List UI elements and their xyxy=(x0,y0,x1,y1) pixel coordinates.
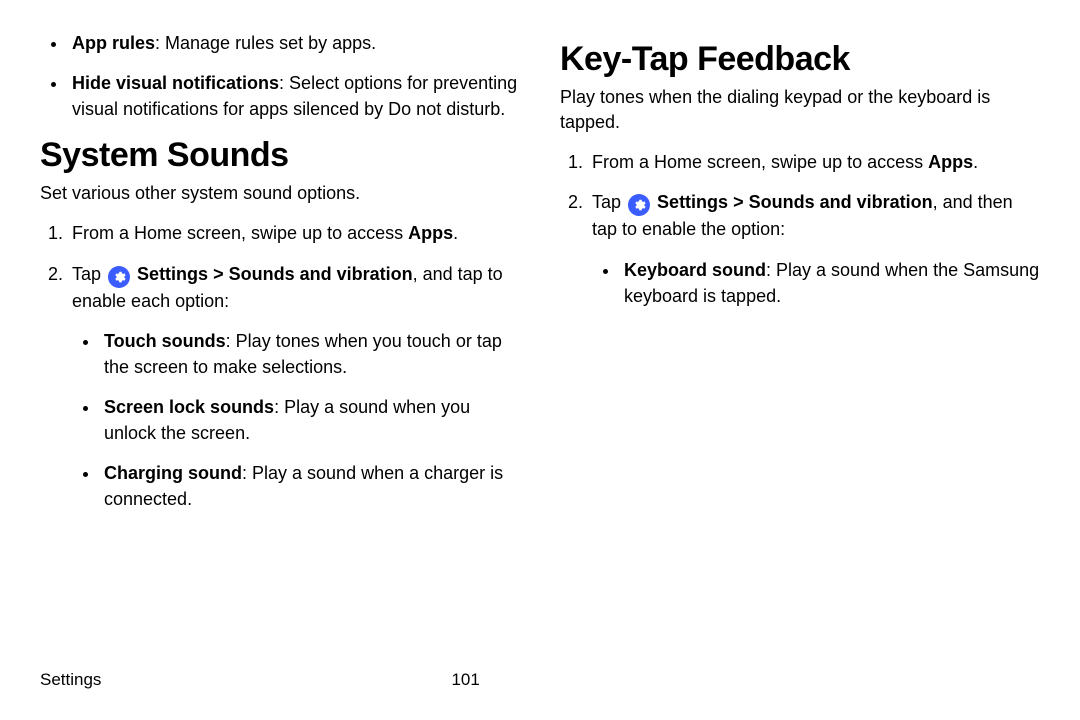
sub-bullet-list: Keyboard sound: Play a sound when the Sa… xyxy=(592,257,1040,309)
top-bullet-list: App rules: Manage rules set by apps. Hid… xyxy=(40,30,520,122)
bullet-label: App rules xyxy=(72,33,155,53)
step-bold: Apps xyxy=(928,152,973,172)
step-text: From a Home screen, swipe up to access xyxy=(592,152,928,172)
bullet-label: Keyboard sound xyxy=(624,260,766,280)
section-intro: Play tones when the dialing keypad or th… xyxy=(560,85,1040,135)
step-bold: Settings xyxy=(137,264,208,284)
list-item: Touch sounds: Play tones when you touch … xyxy=(100,328,520,380)
section-intro: Set various other system sound options. xyxy=(40,181,520,206)
list-item: Hide visual notifications: Select option… xyxy=(68,70,520,122)
list-item: Screen lock sounds: Play a sound when yo… xyxy=(100,394,520,446)
step-bold: > xyxy=(728,192,749,212)
step-bold: Sounds and vibration xyxy=(229,264,413,284)
step-bold: > xyxy=(208,264,229,284)
settings-gear-icon xyxy=(108,266,130,288)
right-column: Key-Tap Feedback Play tones when the dia… xyxy=(560,30,1040,526)
steps-list: From a Home screen, swipe up to access A… xyxy=(560,149,1040,308)
bullet-label: Touch sounds xyxy=(104,331,226,351)
footer-section: Settings xyxy=(40,670,101,690)
list-item: App rules: Manage rules set by apps. xyxy=(68,30,520,56)
step-text: Tap xyxy=(72,264,106,284)
list-item: From a Home screen, swipe up to access A… xyxy=(68,220,520,246)
steps-list: From a Home screen, swipe up to access A… xyxy=(40,220,520,512)
step-text: Tap xyxy=(592,192,626,212)
list-item: From a Home screen, swipe up to access A… xyxy=(588,149,1040,175)
bullet-label: Hide visual notifications xyxy=(72,73,279,93)
step-bold: Settings xyxy=(657,192,728,212)
section-heading: Key-Tap Feedback xyxy=(560,40,1040,79)
section-heading: System Sounds xyxy=(40,136,520,175)
step-bold: Sounds and vibration xyxy=(749,192,933,212)
bullet-label: Charging sound xyxy=(104,463,242,483)
left-column: App rules: Manage rules set by apps. Hid… xyxy=(40,30,520,526)
list-item: Keyboard sound: Play a sound when the Sa… xyxy=(620,257,1040,309)
step-bold: Apps xyxy=(408,223,453,243)
page-number: 101 xyxy=(451,670,479,690)
bullet-text: : Manage rules set by apps. xyxy=(155,33,376,53)
page-footer: Settings 101 xyxy=(40,670,1040,690)
sub-bullet-list: Touch sounds: Play tones when you touch … xyxy=(72,328,520,513)
list-item: Tap Settings > Sounds and vibration, and… xyxy=(68,261,520,513)
bullet-label: Screen lock sounds xyxy=(104,397,274,417)
step-text: . xyxy=(973,152,978,172)
step-text: . xyxy=(453,223,458,243)
step-text: From a Home screen, swipe up to access xyxy=(72,223,408,243)
list-item: Tap Settings > Sounds and vibration, and… xyxy=(588,189,1040,308)
settings-gear-icon xyxy=(628,194,650,216)
list-item: Charging sound: Play a sound when a char… xyxy=(100,460,520,512)
